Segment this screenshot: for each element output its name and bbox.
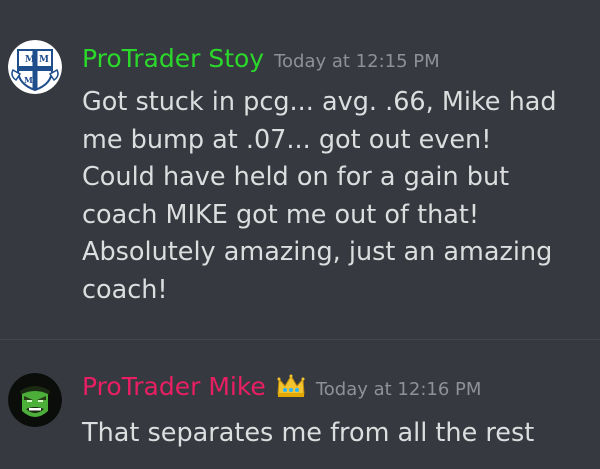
message-line: coach MIKE got me out of that! bbox=[82, 199, 480, 230]
message-line: coach! bbox=[82, 274, 168, 305]
timestamp[interactable]: Today at 12:15 PM bbox=[274, 51, 440, 72]
hulk-face-avatar-icon[interactable] bbox=[8, 373, 62, 427]
message-line: Could have held on for a gain but bbox=[82, 162, 510, 192]
username[interactable]: ProTrader Stoy bbox=[82, 44, 264, 73]
username[interactable]: ProTrader Mike bbox=[82, 372, 266, 401]
crown-icon bbox=[276, 374, 306, 398]
message-line: That separates me from all the rest bbox=[82, 418, 535, 448]
svg-text:M: M bbox=[39, 55, 49, 65]
message-line: me bump at .07... got out even! bbox=[82, 124, 492, 155]
svg-text:M: M bbox=[25, 55, 35, 65]
timestamp[interactable]: Today at 12:16 PM bbox=[316, 379, 482, 400]
message-header: ProTrader Stoy Today at 12:15 PM bbox=[82, 44, 440, 73]
message-content: Got stuck in pcg... avg. .66, Mike had m… bbox=[82, 84, 587, 309]
shield-crest-avatar-icon[interactable]: M M M bbox=[8, 40, 62, 94]
message-line: Absolutely amazing, just an amazing bbox=[82, 237, 553, 267]
message-content: That separates me from all the rest bbox=[82, 415, 587, 453]
message-divider bbox=[0, 339, 600, 340]
message-header: ProTrader Mike Today at 12:16 PM bbox=[82, 372, 481, 401]
message-line: Got stuck in pcg... avg. .66, Mike had bbox=[82, 87, 557, 117]
svg-text:M: M bbox=[24, 75, 33, 85]
